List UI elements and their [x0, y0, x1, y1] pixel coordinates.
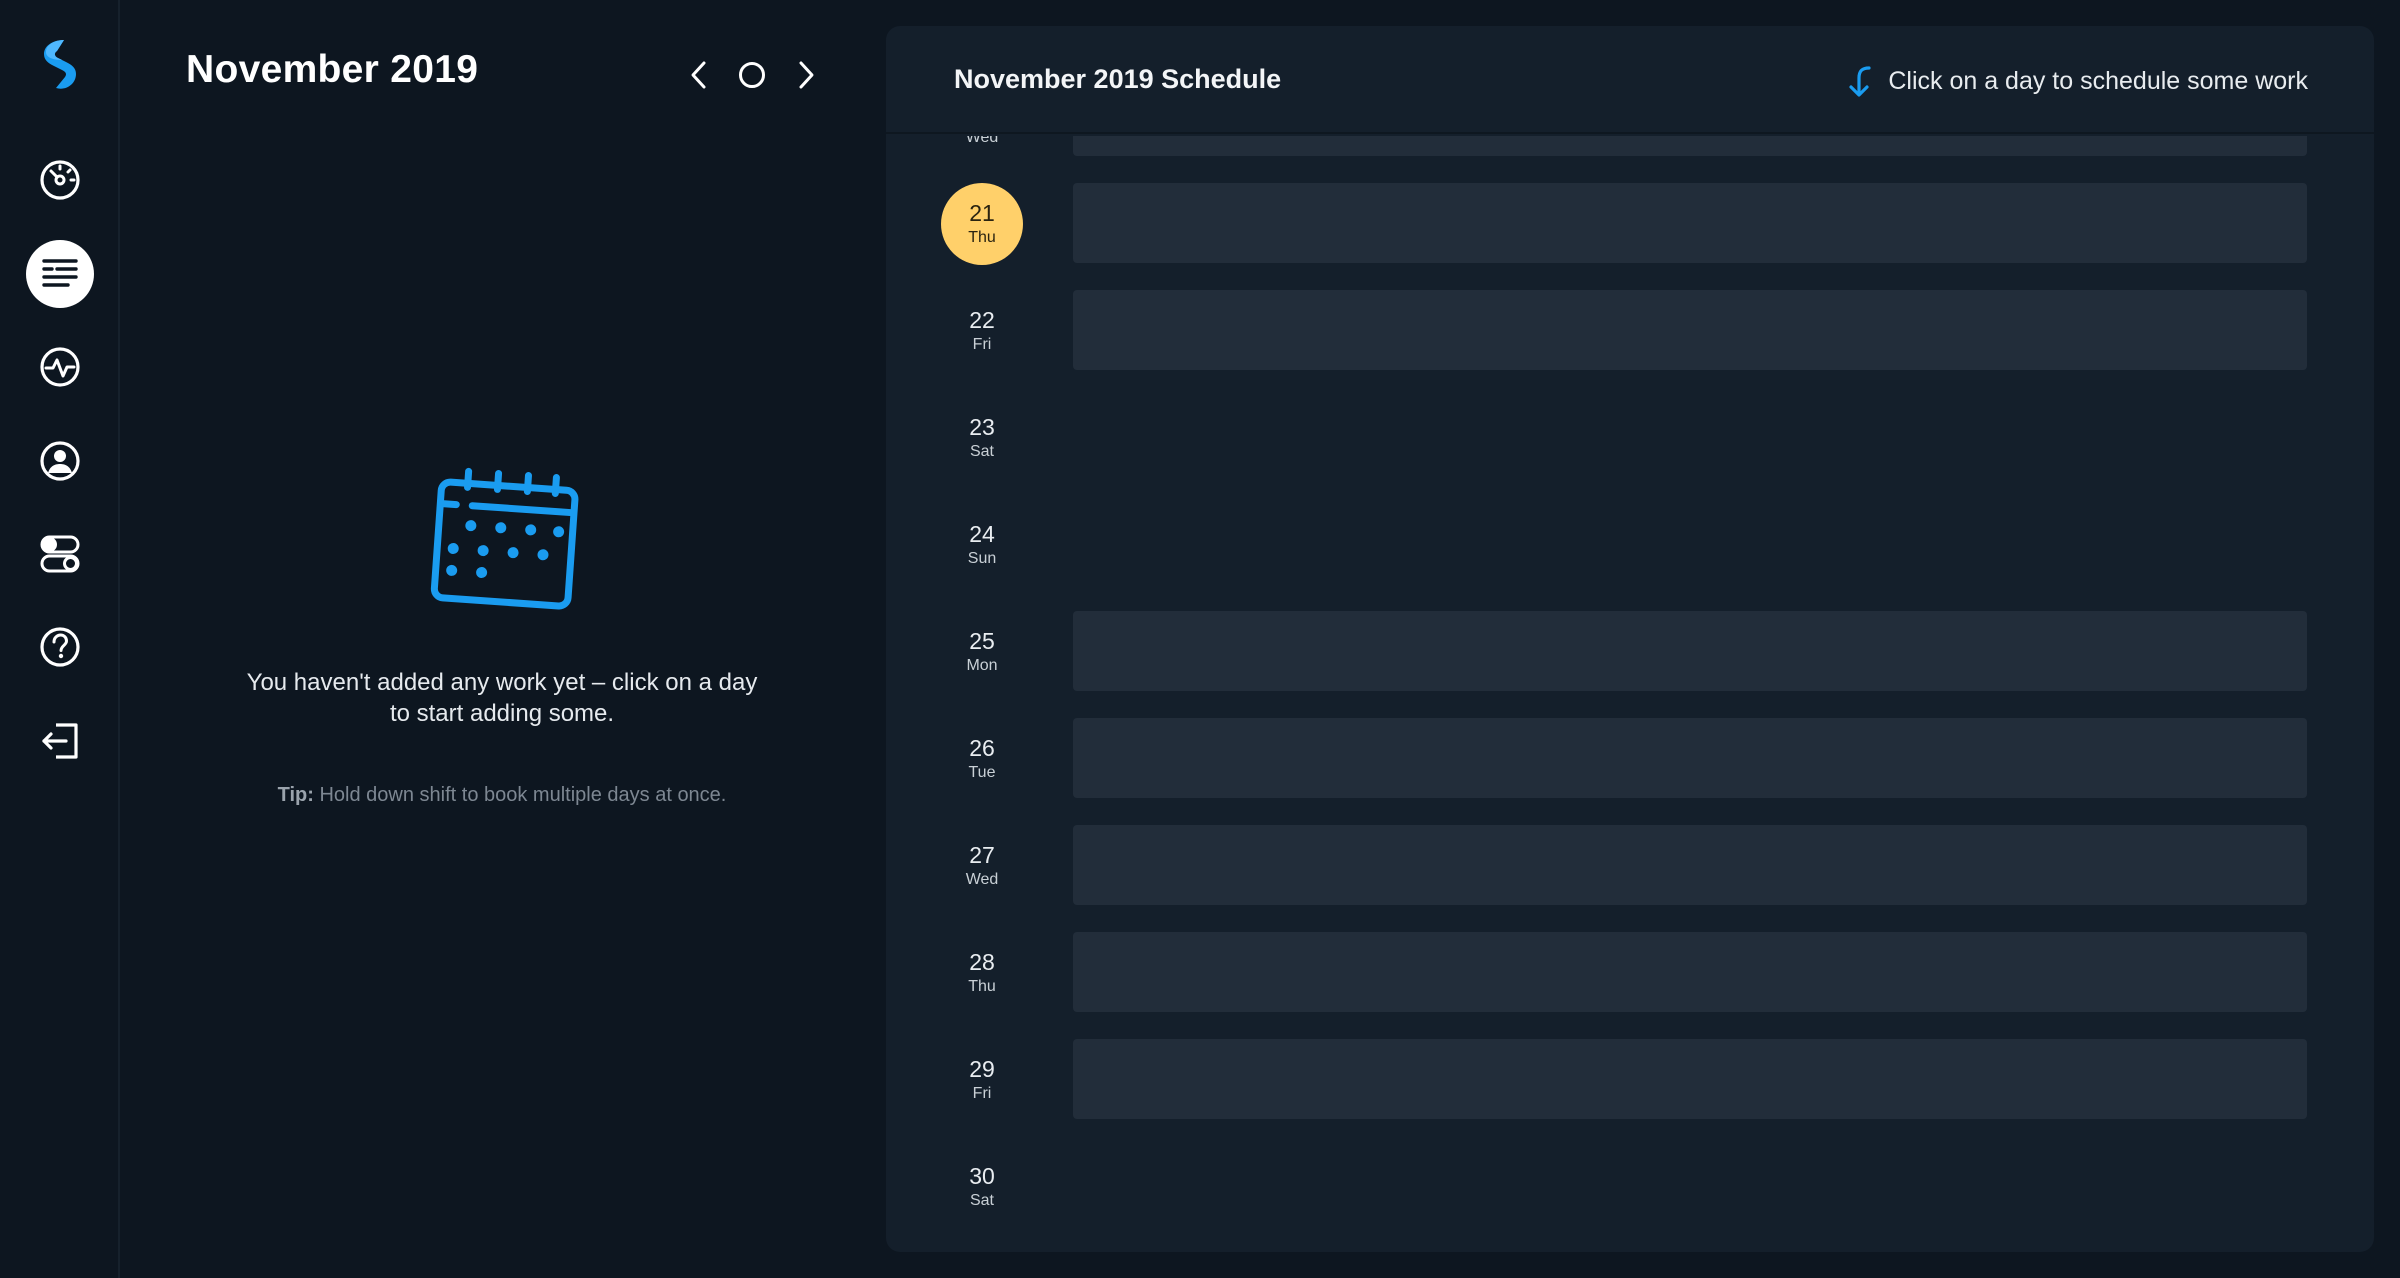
day-number: 30 [969, 1163, 995, 1189]
logout-icon [42, 723, 78, 759]
sidebar-item-profile[interactable] [26, 427, 94, 495]
chevron-left-icon [691, 61, 706, 89]
schedule-panel: November 2019 Schedule Click on a day to… [886, 26, 2374, 1252]
day-number: 28 [969, 949, 995, 975]
user-circle-icon [40, 441, 80, 481]
page-title: November 2019 [186, 48, 479, 91]
day-label[interactable]: 27 Wed [941, 825, 1023, 907]
day-of-week: Fri [972, 1085, 992, 1102]
calendar-icon [424, 466, 584, 612]
day-slot[interactable] [1073, 825, 2307, 905]
day-of-week: Wed [965, 871, 999, 888]
day-number: 26 [969, 735, 995, 761]
day-label[interactable]: 29 Fri [941, 1039, 1023, 1121]
day-number: 21 [969, 200, 995, 226]
day-number: 27 [969, 842, 995, 868]
day-row[interactable]: 25 Mon [886, 611, 2374, 718]
day-of-week: Thu [968, 229, 996, 246]
sidebar-item-schedule[interactable] [26, 240, 94, 308]
day-row[interactable]: 24 Sun [886, 504, 2374, 611]
day-of-week: Sat [969, 443, 994, 460]
day-number: 23 [969, 414, 995, 440]
day-label[interactable]: 28 Thu [941, 932, 1023, 1014]
sidebar-item-activity[interactable] [26, 333, 94, 401]
day-row[interactable]: 26 Tue [886, 718, 2374, 825]
day-of-week: Tue [968, 764, 996, 781]
day-slot[interactable] [1073, 183, 2307, 263]
day-of-week: Wed [965, 136, 999, 146]
day-row[interactable]: 30 Sat [886, 1146, 2374, 1252]
circle-icon [739, 62, 765, 88]
day-of-week: Fri [972, 336, 992, 353]
tip-body: Hold down shift to book multiple days at… [319, 784, 727, 806]
sidebar-item-help[interactable] [26, 613, 94, 681]
day-number: 24 [969, 521, 995, 547]
day-label[interactable]: 24 Sun [941, 504, 1023, 586]
next-month-button[interactable] [783, 52, 829, 98]
tip-label: Tip: [277, 784, 314, 806]
day-label[interactable]: 26 Tue [941, 718, 1023, 800]
day-list[interactable]: Wed 21 Thu 22 Fri 23 Sat 24 Sun 25 Mon 26 Tue 27 Wed 28… [886, 136, 2374, 1252]
day-label[interactable]: 25 Mon [941, 611, 1023, 693]
schedule-title: November 2019 Schedule [954, 64, 1282, 94]
day-row[interactable]: 29 Fri [886, 1039, 2374, 1146]
day-of-week: Sun [967, 550, 997, 567]
month-panel: November 2019 You haven't added any work… [122, 0, 882, 1278]
day-row[interactable]: Wed [886, 136, 2374, 183]
day-slot[interactable] [1073, 1039, 2307, 1119]
schedule-hint: Click on a day to schedule some work [1844, 64, 2308, 98]
sidebar-item-logout[interactable] [26, 707, 94, 775]
day-slot[interactable] [1073, 136, 2307, 156]
sidebar-item-dashboard[interactable] [26, 146, 94, 214]
day-slot[interactable] [1073, 611, 2307, 691]
day-slot[interactable] [1073, 932, 2307, 1012]
question-icon [40, 627, 80, 667]
day-slot[interactable] [1073, 718, 2307, 798]
chevron-right-icon [799, 61, 814, 89]
day-label[interactable]: 30 Sat [941, 1146, 1023, 1228]
day-number: 22 [969, 307, 995, 333]
schedule-hint-text: Click on a day to schedule some work [1888, 66, 2308, 95]
list-icon [42, 259, 78, 287]
day-number: 29 [969, 1056, 995, 1082]
day-row[interactable]: 27 Wed [886, 825, 2374, 932]
curved-arrow-down-icon [1849, 66, 1871, 97]
logo-icon[interactable] [36, 36, 84, 96]
day-slot[interactable] [1073, 290, 2307, 370]
day-label[interactable]: 23 Sat [941, 397, 1023, 479]
prev-month-button[interactable] [676, 52, 722, 98]
day-of-week: Sat [969, 1192, 994, 1209]
day-label[interactable]: Wed [941, 136, 1023, 158]
day-of-week: Thu [968, 978, 996, 995]
tip-text: Tip: Hold down shift to book multiple da… [242, 784, 762, 807]
day-number: 25 [969, 628, 995, 654]
empty-state-message: You haven't added any work yet – click o… [246, 669, 758, 727]
sidebar-item-settings[interactable] [26, 520, 94, 588]
gauge-icon [40, 160, 80, 200]
day-label[interactable]: 22 Fri [941, 290, 1023, 372]
day-row[interactable]: 28 Thu [886, 932, 2374, 1039]
schedule-header: November 2019 Schedule Click on a day to… [886, 26, 2374, 134]
day-of-week: Mon [966, 657, 998, 674]
day-row[interactable]: 21 Thu [886, 183, 2374, 290]
pulse-icon [40, 347, 80, 387]
day-row[interactable]: 22 Fri [886, 290, 2374, 397]
day-row[interactable]: 23 Sat [886, 397, 2374, 504]
today-marker[interactable]: 21 Thu [941, 183, 1023, 265]
toggles-icon [40, 535, 80, 573]
today-button[interactable] [729, 52, 775, 98]
sidebar [0, 0, 120, 1278]
